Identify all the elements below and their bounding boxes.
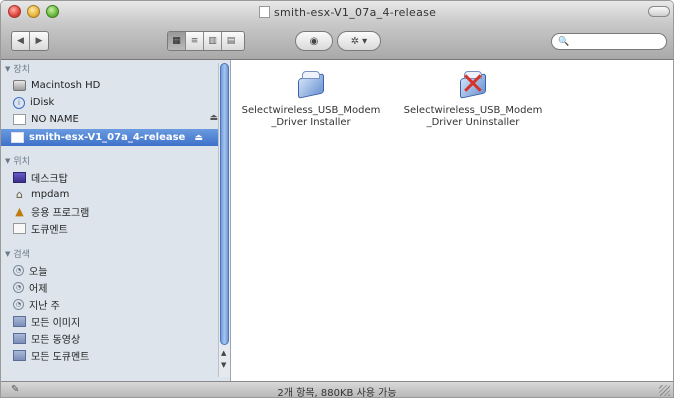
clock-icon: ◔ bbox=[13, 265, 24, 276]
sidebar-item-all-documents[interactable]: 모든 도큐멘트 bbox=[13, 348, 89, 363]
sidebar-item-idisk[interactable]: i iDisk bbox=[13, 95, 54, 110]
status-text: 2개 항목, 880KB 사용 가능 bbox=[277, 388, 397, 398]
scroll-down-icon[interactable]: ▼ bbox=[221, 361, 226, 369]
home-icon: ⌂ bbox=[16, 188, 23, 201]
cover-flow-button[interactable]: ▤ bbox=[222, 32, 240, 50]
zoom-button[interactable] bbox=[46, 5, 59, 18]
scrollbar-thumb[interactable] bbox=[220, 63, 229, 345]
disk-image-icon bbox=[259, 6, 270, 18]
window-title-text: smith-esx-V1_07a_4-release bbox=[274, 5, 437, 19]
idisk-icon: i bbox=[13, 96, 25, 109]
blank-disk-icon bbox=[13, 114, 26, 125]
sidebar-item-smith-esx[interactable]: smith-esx-V1_07a_4-release ⏏ bbox=[1, 129, 219, 146]
disclosure-triangle-icon: ▼ bbox=[5, 64, 11, 73]
action-menu-button[interactable]: ✲ ▾ bbox=[337, 31, 381, 51]
sidebar-header-places[interactable]: ▼ 위치 bbox=[5, 154, 30, 168]
disclosure-triangle-icon: ▼ bbox=[5, 156, 11, 165]
gear-icon: ✲ bbox=[350, 35, 360, 47]
back-forward-control: ◀ ▶ bbox=[11, 31, 49, 51]
sidebar-header-search[interactable]: ▼ 검색 bbox=[5, 247, 30, 261]
file-label: Selectwireless_USB_Modem _Driver Uninsta… bbox=[403, 105, 543, 128]
sidebar-item-applications[interactable]: ▲ 응용 프로그램 bbox=[13, 204, 89, 219]
toolbar: ◀ ▶ ▦ ≡ ▥ ▤ ◉ ✲ ▾ 🔍 bbox=[1, 23, 673, 60]
view-mode-control: ▦ ≡ ▥ ▤ bbox=[167, 31, 245, 51]
sidebar-item-macintosh-hd[interactable]: Macintosh HD bbox=[13, 78, 100, 93]
search-input[interactable] bbox=[569, 35, 664, 48]
sidebar-scrollbar[interactable]: ▲ ▼ bbox=[218, 63, 230, 377]
icon-view-button[interactable]: ▦ bbox=[168, 32, 186, 50]
sidebar-item-desktop[interactable]: 데스크탑 bbox=[13, 170, 68, 185]
list-view-button[interactable]: ≡ bbox=[186, 32, 204, 50]
disk-image-icon bbox=[11, 132, 24, 143]
documents-icon bbox=[13, 223, 26, 234]
resize-handle[interactable] bbox=[659, 385, 670, 396]
chevron-down-icon: ▾ bbox=[362, 35, 368, 47]
search-icon: 🔍 bbox=[558, 36, 570, 47]
minimize-button[interactable] bbox=[27, 5, 40, 18]
smart-folder-icon bbox=[13, 350, 26, 361]
close-button[interactable] bbox=[8, 5, 21, 18]
quick-look-button[interactable]: ◉ bbox=[295, 31, 333, 51]
disclosure-triangle-icon: ▼ bbox=[5, 249, 11, 258]
sidebar-item-all-images[interactable]: 모든 이미지 bbox=[13, 314, 80, 329]
file-browser-content[interactable]: Selectwireless_USB_Modem _Driver Install… bbox=[232, 60, 673, 381]
sidebar-item-past-week[interactable]: ◔ 지난 주 bbox=[13, 297, 60, 312]
eye-icon: ◉ bbox=[309, 35, 319, 47]
desktop-icon bbox=[13, 172, 26, 183]
sidebar-item-home[interactable]: ⌂ mpdam bbox=[13, 187, 69, 202]
eject-icon[interactable]: ⏏ bbox=[209, 113, 218, 123]
cover-flow-icon: ▤ bbox=[226, 36, 236, 46]
toolbar-toggle-button[interactable] bbox=[648, 6, 670, 17]
column-view-icon: ▥ bbox=[208, 36, 217, 46]
sidebar-item-yesterday[interactable]: ◔ 어제 bbox=[13, 280, 47, 295]
applications-icon: ▲ bbox=[15, 205, 24, 218]
window-title: smith-esx-V1_07a_4-release bbox=[259, 5, 436, 19]
list-view-icon: ≡ bbox=[190, 36, 199, 46]
file-item-installer[interactable]: Selectwireless_USB_Modem _Driver Install… bbox=[232, 70, 390, 129]
sidebar-header-devices[interactable]: ▼ 장치 bbox=[5, 62, 30, 76]
file-item-uninstaller[interactable]: ✕ Selectwireless_USB_Modem _Driver Unins… bbox=[394, 70, 552, 129]
back-button[interactable]: ◀ bbox=[12, 32, 30, 50]
smart-folder-icon bbox=[13, 333, 26, 344]
finder-window: smith-esx-V1_07a_4-release ◀ ▶ ▦ ≡ ▥ ▤ ◉… bbox=[0, 0, 674, 398]
icon-view-icon: ▦ bbox=[172, 36, 181, 46]
clock-icon: ◔ bbox=[13, 282, 24, 293]
sidebar-item-today[interactable]: ◔ 오늘 bbox=[13, 263, 47, 278]
installer-package-icon bbox=[296, 70, 326, 100]
sidebar: ▼ 장치 Macintosh HD i iDisk NO NAME ⏏ smit… bbox=[1, 60, 231, 381]
clock-icon: ◔ bbox=[13, 299, 24, 310]
smart-folder-icon bbox=[13, 316, 26, 327]
sidebar-item-all-movies[interactable]: 모든 동영상 bbox=[13, 331, 80, 346]
file-label: Selectwireless_USB_Modem _Driver Install… bbox=[241, 105, 381, 128]
back-arrow-icon: ◀ bbox=[17, 36, 24, 46]
scroll-up-icon[interactable]: ▲ bbox=[221, 349, 226, 357]
hard-disk-icon bbox=[13, 80, 26, 91]
forward-arrow-icon: ▶ bbox=[35, 36, 43, 46]
red-x-icon: ✕ bbox=[460, 67, 486, 102]
column-view-button[interactable]: ▥ bbox=[204, 32, 222, 50]
status-bar: ✎ 2개 항목, 880KB 사용 가능 bbox=[1, 381, 673, 398]
sidebar-item-no-name[interactable]: NO NAME bbox=[13, 112, 223, 127]
eject-icon[interactable]: ⏏ bbox=[194, 133, 203, 143]
uninstaller-package-icon: ✕ bbox=[458, 70, 488, 100]
title-bar[interactable]: smith-esx-V1_07a_4-release bbox=[1, 1, 673, 23]
search-field[interactable]: 🔍 bbox=[551, 33, 667, 50]
sidebar-item-documents[interactable]: 도큐멘트 bbox=[13, 221, 68, 236]
forward-button[interactable]: ▶ bbox=[30, 32, 48, 50]
